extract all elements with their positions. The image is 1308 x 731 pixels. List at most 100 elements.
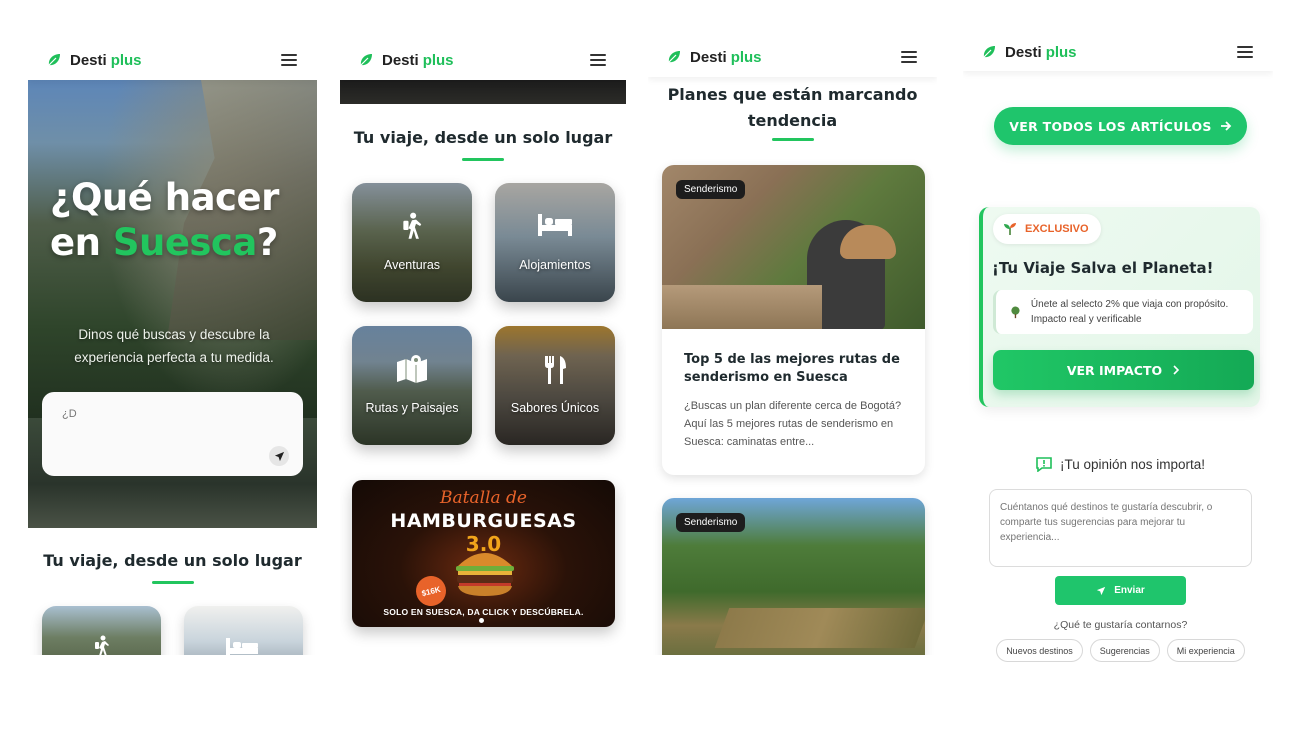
feedback-textarea[interactable] <box>989 489 1252 567</box>
search-send-button[interactable] <box>269 446 289 466</box>
eco-promo-card: EXCLUSIVO ¡Tu Viaje Salva el Planeta! Ún… <box>979 207 1260 407</box>
section-title: Tu viaje, desde un solo lugar <box>43 551 302 570</box>
tile-label: Sabores Únicos <box>510 401 600 415</box>
app-header: Desti plus <box>963 33 1273 71</box>
send-label: Enviar <box>1114 585 1145 596</box>
feedback-icon <box>1036 457 1052 472</box>
brand-name-accent: plus <box>730 48 762 66</box>
feedback-question: ¿Qué te gustaría contarnos? <box>1053 619 1188 631</box>
hamburger-menu-icon[interactable] <box>1237 46 1253 58</box>
feedback-topic-chips: Nuevos destinos Sugerencias Mi experienc… <box>963 639 1273 662</box>
chip-mi-experiencia[interactable]: Mi experiencia <box>1166 639 1245 662</box>
tile-label: Alojamientos <box>519 258 591 272</box>
leaf-icon <box>668 51 680 63</box>
category-tile-alojamientos-preview[interactable] <box>184 606 303 655</box>
category-tile-aventuras[interactable]: Aventuras <box>352 183 472 302</box>
category-tile-aventuras-preview[interactable] <box>42 606 161 655</box>
tile-label: Aventuras <box>383 258 441 272</box>
arrow-right-icon <box>1220 121 1232 131</box>
bed-icon <box>226 638 258 655</box>
view-impact-button[interactable]: VER IMPACTO <box>993 350 1254 390</box>
exclusive-badge-label: EXCLUSIVO <box>1025 223 1089 235</box>
chevron-right-icon <box>1173 365 1180 375</box>
hero-title-end: ? <box>256 221 278 264</box>
promo-note-text: Únete al selecto 2% que viaja con propós… <box>1030 299 1229 325</box>
section-underline <box>152 581 194 584</box>
utensils-icon <box>545 356 566 384</box>
brand-logo[interactable]: Desti plus <box>46 52 142 69</box>
hero-image-edge <box>340 80 626 104</box>
price-badge: $16K <box>412 572 450 610</box>
hamburger-menu-icon[interactable] <box>590 54 606 66</box>
hero-title-line1: ¿Qué hacer <box>50 176 279 219</box>
tile-label: Rutas y Paisajes <box>365 401 459 415</box>
article-image: Senderismo <box>662 498 925 655</box>
feedback-heading: ¡Tu opinión nos importa! <box>963 457 1273 472</box>
trending-title: Planes que están marcando tendencia <box>667 85 918 130</box>
carousel-dot[interactable] <box>479 618 484 623</box>
brand-logo[interactable]: Desti plus <box>666 49 762 66</box>
exclusive-badge: EXCLUSIVO <box>993 214 1101 244</box>
article-image: Senderismo <box>662 165 925 329</box>
screen-trending: Desti plus Planes que están marcando tend… <box>648 37 937 655</box>
category-tile-sabores-unicos[interactable]: Sabores Únicos <box>495 326 615 445</box>
brand-name: Desti <box>70 51 107 69</box>
brand-name: Desti <box>382 51 419 69</box>
promo-banner-hamburguesas[interactable]: Batalla de HAMBURGUESAS 3.0 $16K SOLO EN… <box>352 480 615 627</box>
send-feedback-button[interactable]: Enviar <box>1055 576 1186 605</box>
map-icon <box>397 355 427 383</box>
brand-logo[interactable]: Desti plus <box>358 52 454 69</box>
brand-name: Desti <box>1005 43 1042 61</box>
burger-image <box>456 553 514 596</box>
brand-name-accent: plus <box>110 51 142 69</box>
view-impact-label: VER IMPACTO <box>1066 362 1163 378</box>
promo-note: Únete al selecto 2% que viaja con propós… <box>993 290 1253 334</box>
hero-title-place: Suesca <box>112 221 258 264</box>
article-card[interactable]: Senderismo <box>662 498 925 655</box>
chip-nuevos-destinos[interactable]: Nuevos destinos <box>996 639 1083 662</box>
leaf-icon <box>48 54 60 66</box>
view-all-articles-button[interactable]: VER TODOS LOS ARTÍCULOS <box>994 107 1247 145</box>
article-excerpt: ¿Buscas un plan diferente cerca de Bogot… <box>684 400 902 448</box>
category-tag[interactable]: Senderismo <box>676 180 746 199</box>
app-header: Desti plus <box>648 37 937 77</box>
article-title[interactable]: Top 5 de las mejores rutas de senderismo… <box>662 329 925 387</box>
brand-name-accent: plus <box>1045 43 1077 61</box>
search-input[interactable] <box>62 408 262 420</box>
banner-title: HAMBURGUESAS <box>390 510 577 532</box>
send-icon <box>274 451 284 461</box>
send-icon <box>1097 586 1106 595</box>
view-all-label: VER TODOS LOS ARTÍCULOS <box>1009 118 1212 134</box>
banner-script-text: Batalla de <box>440 488 527 508</box>
category-tile-rutas-paisajes[interactable]: Rutas y Paisajes <box>352 326 472 445</box>
hero-banner: ¿Qué hacer en Suesca? Dinos qué buscas y… <box>28 80 317 528</box>
screen-engagement: Desti plus VER TODOS LOS ARTÍCULOS EXCLUS… <box>963 33 1273 673</box>
hero-title: ¿Qué hacer en Suesca? <box>50 175 300 265</box>
tree-icon <box>1011 306 1020 319</box>
hiking-icon <box>403 212 422 239</box>
category-tile-alojamientos[interactable]: Alojamientos <box>495 183 615 302</box>
sprout-icon <box>1004 223 1016 235</box>
banner-cta: SOLO EN SUESCA, DA CLICK Y DESCÚBRELA. <box>383 607 584 617</box>
article-card[interactable]: Senderismo Top 5 de las mejores rutas de… <box>662 165 925 475</box>
brand-name: Desti <box>690 48 727 66</box>
leaf-icon <box>983 46 995 58</box>
hero-title-en: en <box>50 221 101 264</box>
section-underline <box>462 158 504 161</box>
brand-name-accent: plus <box>422 51 454 69</box>
section-underline <box>772 138 814 141</box>
app-header: Desti plus <box>340 40 626 80</box>
chip-sugerencias[interactable]: Sugerencias <box>1089 639 1160 662</box>
promo-title: ¡Tu Viaje Salva el Planeta! <box>992 259 1214 277</box>
hamburger-menu-icon[interactable] <box>281 54 297 66</box>
hiking-icon <box>95 635 109 655</box>
search-box <box>42 392 303 476</box>
section-title: Tu viaje, desde un solo lugar <box>353 128 613 147</box>
hamburger-menu-icon[interactable] <box>901 51 917 63</box>
category-tag[interactable]: Senderismo <box>676 513 746 532</box>
brand-logo[interactable]: Desti plus <box>981 44 1077 61</box>
hero-subtitle: Dinos qué buscas y descubre la experienc… <box>74 327 274 365</box>
bed-icon <box>538 214 572 236</box>
leaf-icon <box>360 54 372 66</box>
screen-home-hero: Desti plus ¿Qué hacer en Suesca? Dinos qu… <box>28 40 317 655</box>
